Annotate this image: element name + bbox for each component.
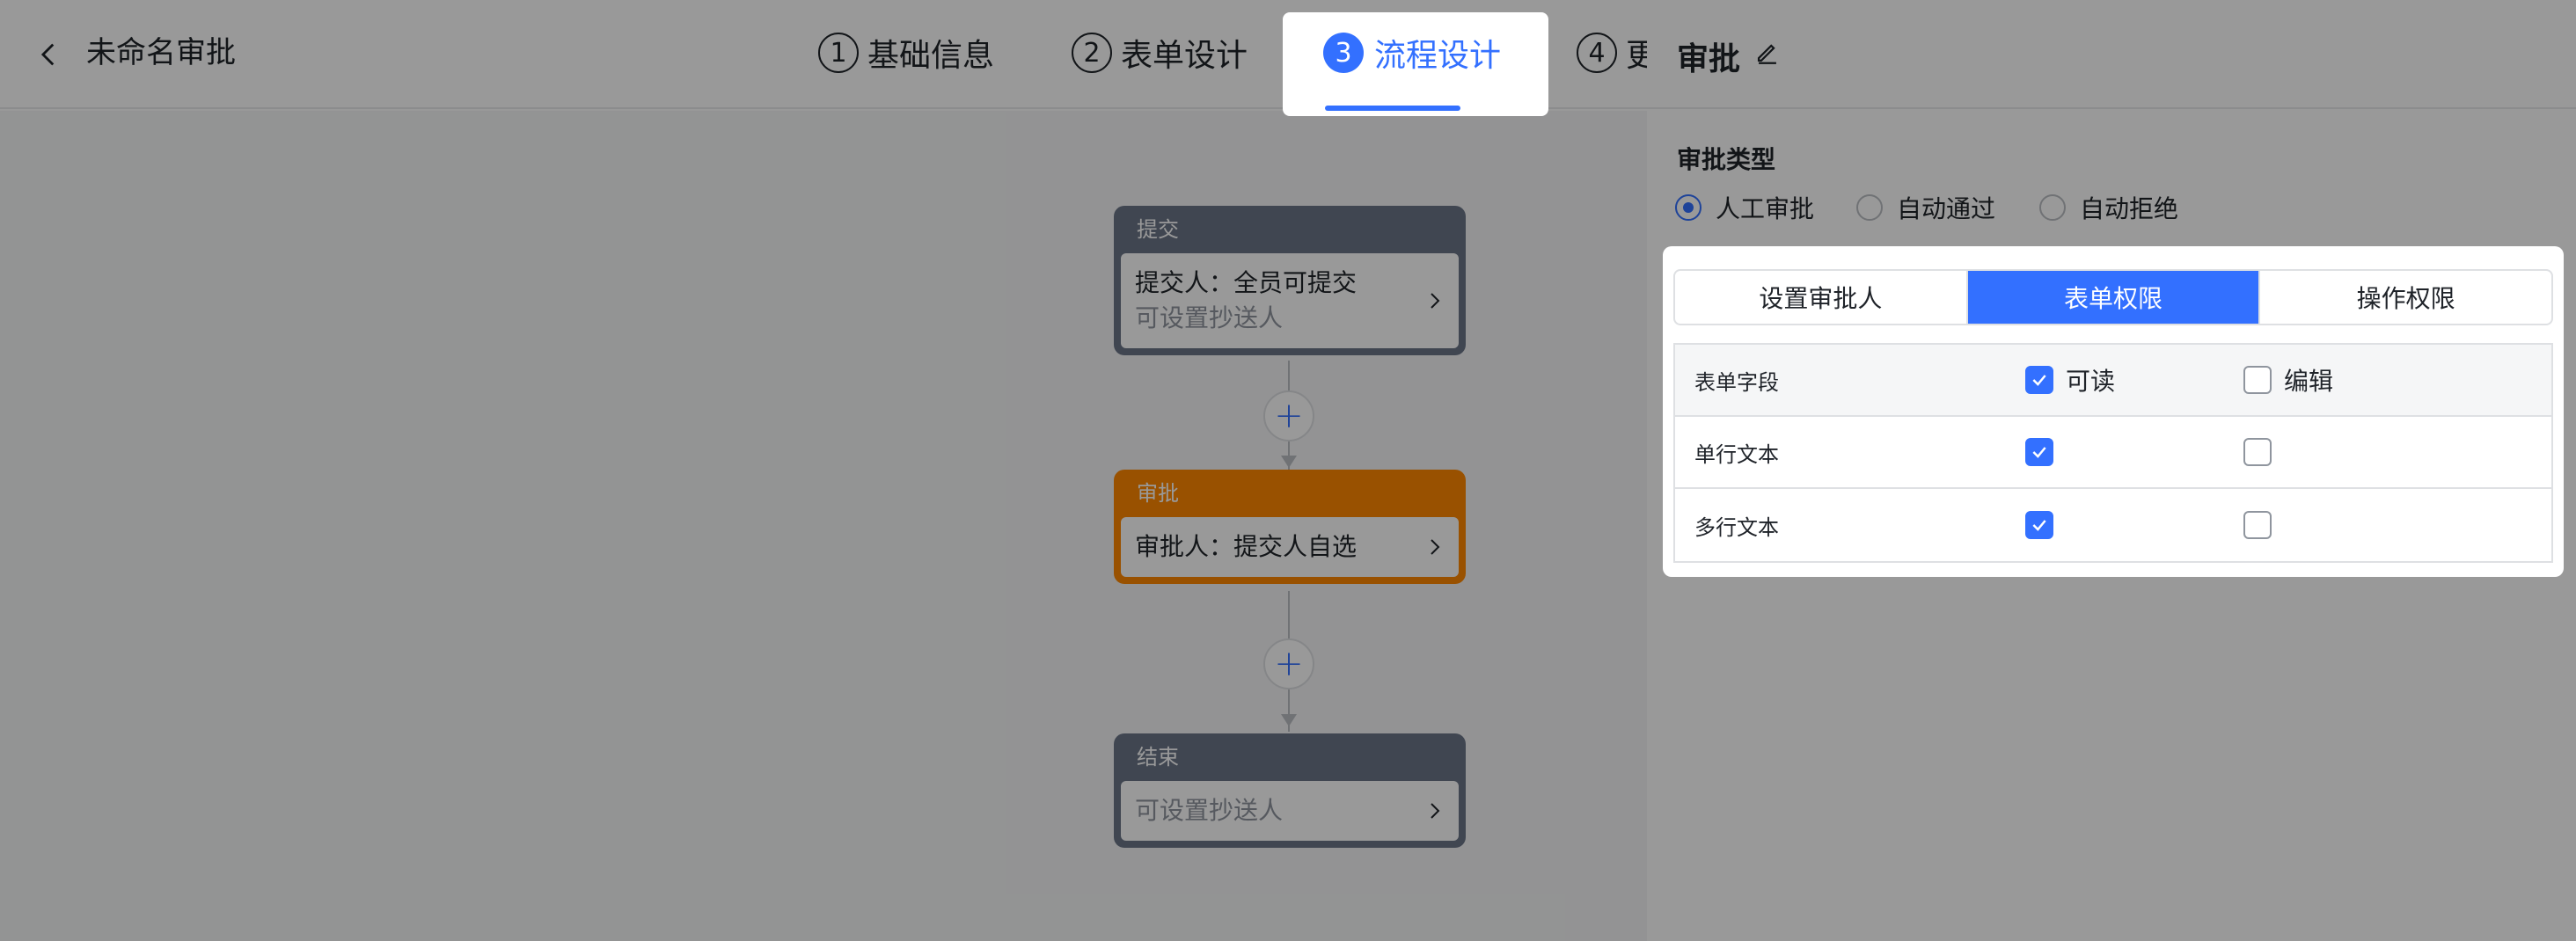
active-step-underline — [1325, 106, 1460, 111]
form-permission-card: 设置审批人 表单权限 操作权限 表单字段 可读 编辑 单行文本 多行文本 — [1663, 246, 2564, 577]
edit-all-checkbox[interactable]: 编辑 — [2243, 362, 2333, 398]
edit-checkbox[interactable] — [2243, 511, 2284, 539]
read-checkbox[interactable] — [2025, 438, 2066, 466]
radio-label: 人工审批 — [1716, 194, 1815, 223]
checkbox-unchecked — [2243, 366, 2272, 394]
step-label: 流程设计 — [1374, 38, 1502, 74]
drawer-title: 审批 — [1677, 41, 1741, 77]
read-checkbox[interactable] — [2025, 511, 2066, 539]
column-header-read: 可读 — [2066, 367, 2116, 396]
drawer-header: 审批 — [1647, 0, 2576, 109]
column-header-edit: 编辑 — [2284, 367, 2334, 396]
radio-dot — [1856, 194, 1883, 221]
permission-table: 表单字段 可读 编辑 单行文本 多行文本 — [1673, 343, 2553, 563]
check-icon — [2032, 447, 2046, 458]
table-row: 单行文本 — [1675, 417, 2551, 489]
checkbox-checked — [2025, 511, 2053, 539]
edit-checkbox[interactable] — [2243, 438, 2284, 466]
field-name: 多行文本 — [1694, 514, 1779, 540]
table-row: 多行文本 — [1675, 489, 2551, 561]
radio-dot — [1675, 194, 1701, 221]
field-name: 单行文本 — [1694, 441, 1779, 467]
step-flow-design[interactable]: 3 流程设计 — [1323, 26, 1501, 79]
checkbox-checked — [2025, 438, 2053, 466]
tab-form-permission[interactable]: 表单权限 — [1967, 271, 2261, 324]
tab-set-approver[interactable]: 设置审批人 — [1675, 271, 1968, 324]
permission-tabs: 设置审批人 表单权限 操作权限 — [1673, 269, 2553, 325]
radio-auto-reject[interactable]: 自动拒绝 — [2039, 192, 2178, 223]
radio-dot — [2039, 194, 2066, 221]
check-icon — [2032, 520, 2046, 531]
edit-icon[interactable] — [1753, 37, 1782, 67]
column-header-field: 表单字段 — [1694, 369, 1779, 395]
checkbox-checked — [2025, 366, 2053, 394]
table-header-row: 表单字段 可读 编辑 — [1675, 345, 2551, 417]
radio-auto-pass[interactable]: 自动通过 — [1856, 192, 1995, 223]
tab-operation-permission[interactable]: 操作权限 — [2260, 271, 2551, 324]
read-all-checkbox[interactable]: 可读 — [2025, 362, 2115, 398]
step-number: 3 — [1323, 33, 1364, 73]
radio-label: 自动通过 — [1897, 194, 1996, 223]
overlay-mask — [0, 0, 1647, 941]
radio-label: 自动拒绝 — [2080, 194, 2179, 223]
radio-manual-approval[interactable]: 人工审批 — [1675, 192, 1814, 223]
step-flow-design-highlight[interactable]: 3 流程设计 — [1283, 12, 1548, 116]
checkbox-unchecked — [2243, 511, 2272, 539]
checkbox-unchecked — [2243, 438, 2272, 466]
check-icon — [2032, 375, 2046, 386]
approval-type-label: 审批类型 — [1677, 145, 1776, 174]
